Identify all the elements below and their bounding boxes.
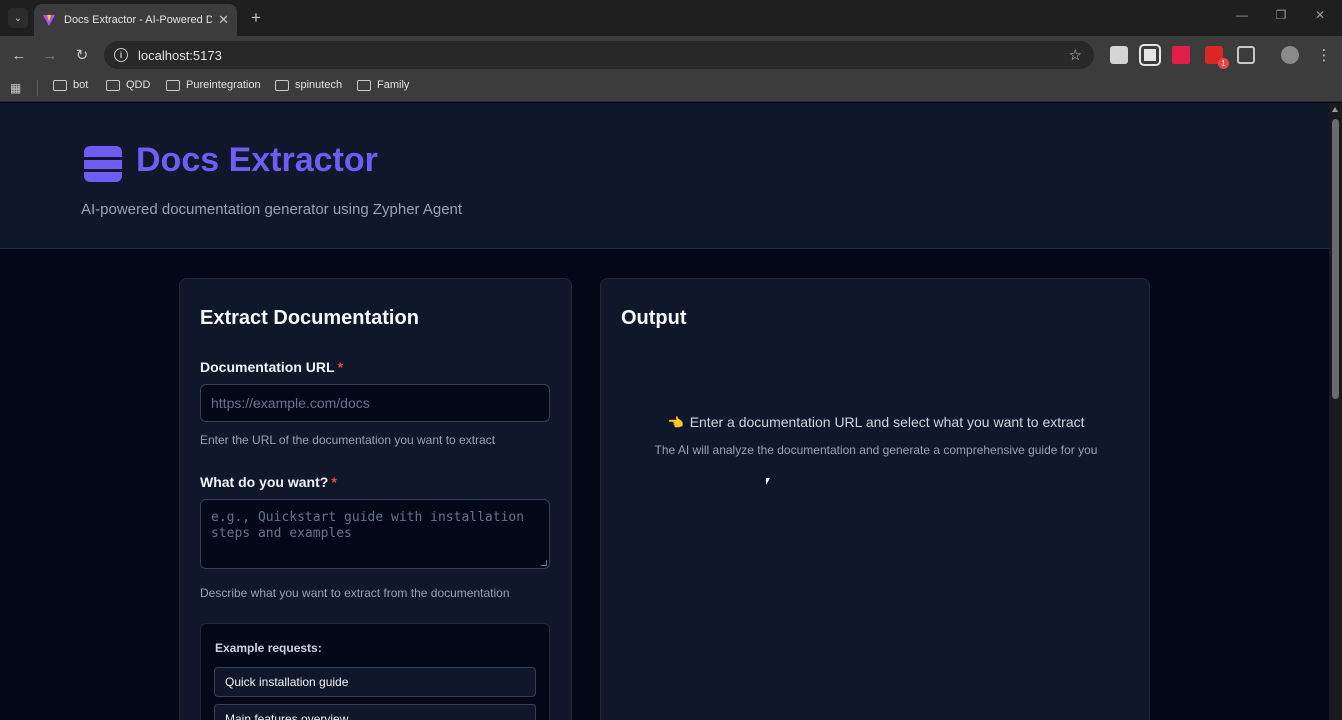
close-tab-icon[interactable]: ✕: [218, 12, 229, 28]
scrollbar-thumb[interactable]: [1332, 119, 1339, 399]
scroll-up-arrow-icon[interactable]: [1332, 107, 1338, 112]
browser-toolbar: ← → ↻ i localhost:5173 ☆ 1 ⋮: [0, 36, 1342, 74]
example-quick-installation-button[interactable]: Quick installation guide: [214, 667, 536, 697]
bookmark-qdd[interactable]: QDD: [106, 79, 150, 91]
example-main-features-button[interactable]: Main features overview: [214, 704, 536, 720]
site-info-icon[interactable]: i: [114, 48, 128, 62]
url-label: Documentation URL *: [200, 359, 344, 375]
url-help-text: Enter the URL of the documentation you w…: [200, 433, 496, 447]
back-icon[interactable]: ←: [9, 45, 29, 65]
want-label: What do you want? *: [200, 474, 337, 490]
required-mark: *: [331, 474, 337, 490]
output-empty-message: 👈 Enter a documentation URL and select wh…: [667, 414, 1085, 430]
bookmark-pureintegration[interactable]: Pureintegration: [166, 79, 261, 91]
forward-icon[interactable]: →: [40, 45, 60, 65]
profile-avatar[interactable]: [1281, 46, 1299, 64]
app-title: Docs Extractor: [136, 141, 378, 179]
page-scrollbar[interactable]: [1329, 103, 1342, 720]
new-tab-button[interactable]: +: [246, 8, 266, 28]
extract-form-card: Extract Documentation Documentation URL *…: [179, 278, 572, 720]
bookmark-bot[interactable]: bot: [53, 79, 88, 91]
bookmark-star-icon[interactable]: ☆: [1069, 46, 1082, 64]
documentation-url-input[interactable]: https://example.com/docs: [200, 384, 550, 422]
what-do-you-want-textarea[interactable]: e.g., Quickstart guide with installation…: [200, 499, 550, 569]
app-header: Docs Extractor AI-powered documentation …: [0, 103, 1329, 249]
apps-grid-icon[interactable]: ▦: [10, 81, 24, 95]
minimize-window-icon[interactable]: —: [1232, 8, 1252, 22]
extension-badge: 1: [1218, 58, 1229, 69]
page-content: Docs Extractor AI-powered documentation …: [0, 103, 1329, 720]
bookmark-spinutech[interactable]: spinutech: [275, 79, 342, 91]
textarea-placeholder: e.g., Quickstart guide with installation…: [211, 510, 525, 541]
folder-icon: [357, 79, 371, 91]
close-window-icon[interactable]: ✕: [1310, 8, 1330, 22]
folder-icon: [166, 79, 180, 91]
folder-icon: [53, 79, 67, 91]
examples-label: Example requests:: [215, 641, 322, 655]
extensions-puzzle-icon[interactable]: [1237, 46, 1255, 64]
output-title: Output: [621, 307, 687, 329]
browser-menu-icon[interactable]: ⋮: [1314, 45, 1334, 65]
tab-search-button[interactable]: ⌄: [8, 8, 28, 28]
output-empty-subtext: The AI will analyze the documentation an…: [654, 443, 1098, 457]
restore-window-icon[interactable]: ❐: [1271, 8, 1291, 22]
extension-mail-icon[interactable]: 1: [1205, 46, 1229, 69]
example-requests-panel: Example requests: Quick installation gui…: [200, 623, 550, 720]
reload-icon[interactable]: ↻: [72, 45, 92, 65]
folder-icon: [275, 79, 289, 91]
mouse-cursor-icon: [766, 478, 770, 485]
browser-tab-active[interactable]: Docs Extractor - AI-Powered Do ✕: [34, 4, 237, 36]
extension-qr-icon[interactable]: [1139, 44, 1161, 66]
vite-favicon-icon: [43, 15, 55, 26]
address-bar[interactable]: i localhost:5173 ☆: [104, 41, 1094, 69]
browser-tab-bar: ⌄ Docs Extractor - AI-Powered Do ✕ + — ❐…: [0, 0, 1342, 36]
required-mark: *: [337, 359, 344, 375]
bookmark-family[interactable]: Family: [357, 79, 409, 91]
folder-icon: [106, 79, 120, 91]
resize-handle-icon[interactable]: [541, 560, 547, 566]
bookmarks-bar: ▦ bot QDD Pureintegration spinutech Fami…: [0, 74, 1342, 102]
extension-figma-icon[interactable]: [1172, 46, 1190, 64]
app-subtitle: AI-powered documentation generator using…: [81, 201, 463, 218]
extension-printer-icon[interactable]: [1110, 46, 1128, 64]
address-url[interactable]: localhost:5173: [138, 48, 1069, 63]
pointing-hand-icon: 👈: [667, 415, 684, 430]
bookmark-separator: [37, 80, 38, 96]
output-card: Output 👈 Enter a documentation URL and se…: [600, 278, 1150, 720]
tab-title: Docs Extractor - AI-Powered Do: [64, 14, 213, 26]
form-title: Extract Documentation: [200, 307, 419, 329]
logo-icon: [82, 146, 124, 182]
want-help-text: Describe what you want to extract from t…: [200, 586, 510, 600]
